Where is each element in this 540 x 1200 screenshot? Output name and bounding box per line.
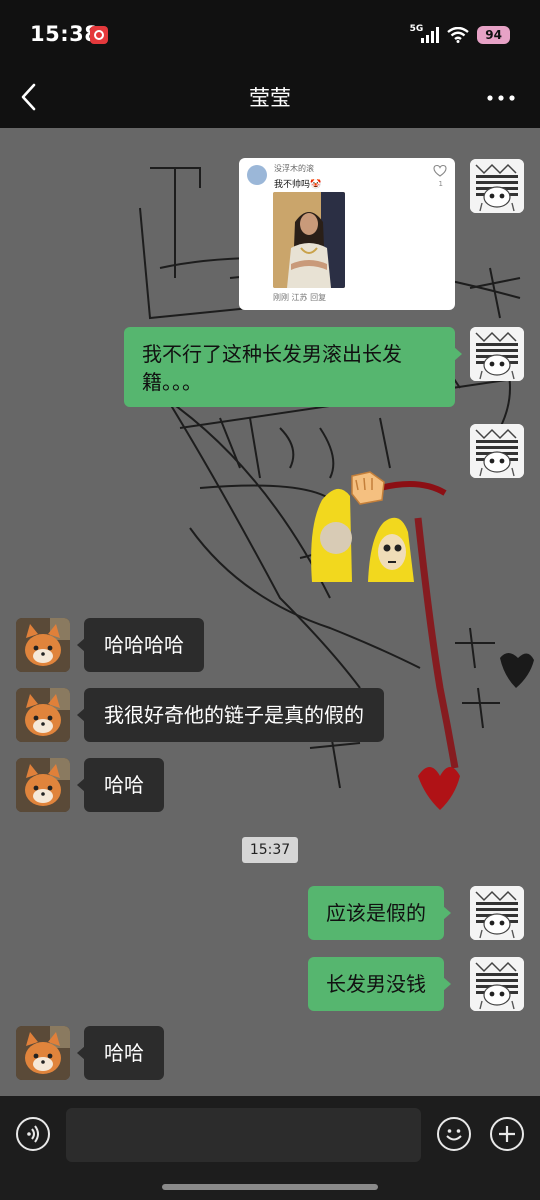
message-bubble-in[interactable]: 我很好奇他的链子是真的假的	[77, 688, 384, 742]
friend-avatar[interactable]	[16, 1026, 70, 1080]
signal-icon	[421, 27, 440, 43]
status-bar: 15:38 5G 94	[0, 0, 540, 66]
plus-icon[interactable]	[490, 1117, 524, 1151]
sticker-image[interactable]	[308, 466, 420, 582]
battery-level: 94	[477, 26, 510, 44]
more-dots-icon[interactable]	[486, 88, 516, 108]
friend-avatar[interactable]	[16, 688, 70, 742]
like-count: 1	[438, 180, 443, 188]
home-indicator	[162, 1184, 378, 1190]
shared-post-card[interactable]: 没浮木的滚 我不帅吗🤡 1 刚刚 江苏 回复	[239, 158, 455, 310]
heart-icon[interactable]	[433, 164, 447, 178]
my-avatar[interactable]	[470, 957, 524, 1011]
network-type: 5G	[409, 24, 424, 34]
message-input[interactable]	[66, 1108, 421, 1162]
message-bubble-in[interactable]: 哈哈	[77, 758, 164, 812]
chat-header: 莹莹	[0, 66, 540, 128]
friend-avatar[interactable]	[16, 618, 70, 672]
chat-area[interactable]: 没浮木的滚 我不帅吗🤡 1 刚刚 江苏 回复 我不行了这种长发男滚出长发籍。。。…	[0, 128, 540, 1096]
message-bubble-out[interactable]: 长发男没钱	[308, 957, 451, 1011]
wifi-icon	[447, 27, 470, 43]
my-avatar[interactable]	[470, 327, 524, 381]
message-bubble-in[interactable]: 哈哈	[77, 1026, 164, 1080]
post-footer: 刚刚 江苏 回复	[273, 293, 327, 302]
post-author-avatar	[247, 165, 267, 185]
message-bubble-in[interactable]: 哈哈哈哈	[77, 618, 204, 672]
netease-music-icon	[90, 26, 108, 44]
my-avatar[interactable]	[470, 886, 524, 940]
message-bubble-out[interactable]: 应该是假的	[308, 886, 451, 940]
message-bubble-out[interactable]: 我不行了这种长发男滚出长发籍。。。	[124, 327, 462, 407]
friend-avatar[interactable]	[16, 758, 70, 812]
status-indicators: 5G 94	[410, 24, 510, 46]
my-avatar[interactable]	[470, 424, 524, 478]
emoji-icon[interactable]	[437, 1117, 471, 1151]
post-photo[interactable]	[273, 192, 345, 288]
post-author-name: 没浮木的滚	[274, 164, 314, 173]
my-avatar[interactable]	[470, 159, 524, 213]
status-time: 15:38	[30, 22, 100, 46]
voice-icon[interactable]	[16, 1117, 50, 1151]
message-timestamp: 15:37	[242, 837, 298, 863]
input-bar	[0, 1096, 540, 1200]
chat-title: 莹莹	[249, 86, 291, 110]
post-text: 我不帅吗🤡	[274, 180, 322, 190]
